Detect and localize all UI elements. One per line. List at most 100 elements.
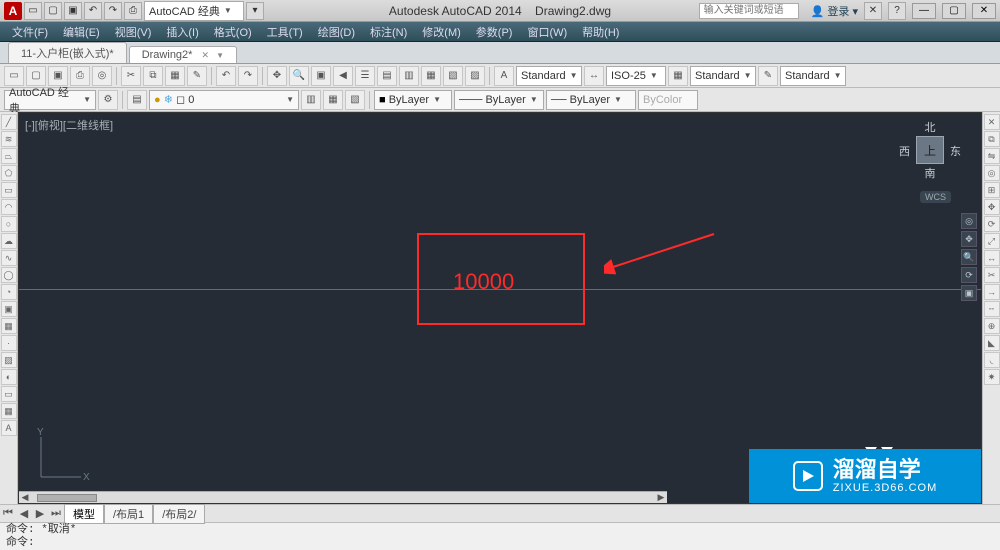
- viewcube-north[interactable]: 北: [899, 119, 961, 135]
- layout1-tab[interactable]: /布局1: [104, 504, 153, 524]
- drawing-canvas[interactable]: [-][俯视][二维线框] 10000 北 西 东 南 上 WCS ◎ ✥ 🔍 …: [18, 112, 982, 504]
- nav-zoom-icon[interactable]: 🔍: [961, 249, 977, 265]
- scroll-left-icon[interactable]: ◀: [19, 492, 31, 503]
- hatch-icon[interactable]: ▨: [1, 352, 17, 368]
- qat-save-icon[interactable]: ▣: [64, 2, 82, 20]
- qat-undo-icon[interactable]: ↶: [84, 2, 102, 20]
- ellipse-icon[interactable]: ◯: [1, 267, 17, 283]
- new-icon[interactable]: ▭: [4, 66, 24, 86]
- dim-style-icon[interactable]: ↔: [584, 66, 604, 86]
- markup-icon[interactable]: ▧: [443, 66, 463, 86]
- dim-style-combo[interactable]: ISO-25▼: [606, 66, 666, 86]
- save-icon[interactable]: ▣: [48, 66, 68, 86]
- nav-orbit-icon[interactable]: ⟳: [961, 267, 977, 283]
- design-center-icon[interactable]: ▤: [377, 66, 397, 86]
- nav-pan-icon[interactable]: ✥: [961, 231, 977, 247]
- redo-icon[interactable]: ↷: [238, 66, 258, 86]
- workspace-combo[interactable]: AutoCAD 经典▼: [4, 90, 96, 110]
- menu-param[interactable]: 参数(P): [470, 22, 519, 42]
- paste-icon[interactable]: ▦: [165, 66, 185, 86]
- point-icon[interactable]: ·: [1, 335, 17, 351]
- lineweight-combo[interactable]: ── ByLayer▼: [546, 90, 636, 110]
- chevron-down-icon[interactable]: ▼: [216, 51, 224, 60]
- scroll-thumb[interactable]: [37, 494, 97, 502]
- table-icon[interactable]: ▦: [1, 403, 17, 419]
- arc-icon[interactable]: ◠: [1, 199, 17, 215]
- erase-icon[interactable]: ✕: [984, 114, 1000, 130]
- qat-more-icon[interactable]: ▾: [246, 2, 264, 20]
- properties-icon[interactable]: ☰: [355, 66, 375, 86]
- qat-redo-icon[interactable]: ↷: [104, 2, 122, 20]
- layer-prop-icon[interactable]: ▤: [127, 90, 147, 110]
- array-icon[interactable]: ⊞: [984, 182, 1000, 198]
- horizontal-scrollbar[interactable]: ◀ ▶: [19, 491, 667, 503]
- help-icon[interactable]: ?: [888, 2, 906, 20]
- color-combo[interactable]: ■ ByLayer▼: [374, 90, 452, 110]
- viewcube-west[interactable]: 西: [899, 143, 910, 159]
- view-cube[interactable]: 北 西 东 南 上: [899, 119, 961, 181]
- revcloud-icon[interactable]: ☁: [1, 233, 17, 249]
- layer-state-icon[interactable]: ▥: [301, 90, 321, 110]
- extend-icon[interactable]: →: [984, 284, 1000, 300]
- login-button[interactable]: 👤 登录 ▾: [811, 3, 858, 19]
- rectangle-icon[interactable]: ▭: [1, 182, 17, 198]
- cut-icon[interactable]: ✂: [121, 66, 141, 86]
- break-icon[interactable]: ╌: [984, 301, 1000, 317]
- menu-file[interactable]: 文件(F): [6, 22, 54, 42]
- stretch-icon[interactable]: ↔: [984, 250, 1000, 266]
- layout2-tab[interactable]: /布局2/: [153, 504, 205, 524]
- open-icon[interactable]: ▢: [26, 66, 46, 86]
- text-style-combo[interactable]: Standard▼: [516, 66, 582, 86]
- mirror-icon[interactable]: ⇋: [984, 148, 1000, 164]
- polyline-icon[interactable]: ⏢: [1, 148, 17, 164]
- viewcube-south[interactable]: 南: [899, 165, 961, 181]
- layer-iso-icon[interactable]: ▦: [323, 90, 343, 110]
- calc-icon[interactable]: ▨: [465, 66, 485, 86]
- command-line[interactable]: 命令: *取消* 命令:: [0, 522, 1000, 550]
- tab-first-icon[interactable]: ⏮: [0, 507, 16, 520]
- gear-icon[interactable]: ⚙: [98, 90, 118, 110]
- copy-obj-icon[interactable]: ⧉: [984, 131, 1000, 147]
- trim-icon[interactable]: ✂: [984, 267, 1000, 283]
- preview-icon[interactable]: ◎: [92, 66, 112, 86]
- text-style-icon[interactable]: A: [494, 66, 514, 86]
- wcs-label[interactable]: WCS: [920, 191, 951, 203]
- plotstyle-combo[interactable]: ByColor: [638, 90, 698, 110]
- chamfer-icon[interactable]: ◣: [984, 335, 1000, 351]
- pline-icon[interactable]: ≋: [1, 131, 17, 147]
- sheet-set-icon[interactable]: ▦: [421, 66, 441, 86]
- explode-icon[interactable]: ✷: [984, 369, 1000, 385]
- nav-wheel-icon[interactable]: ◎: [961, 213, 977, 229]
- minimize-button[interactable]: —: [912, 3, 936, 19]
- viewcube-top[interactable]: 上: [916, 136, 944, 164]
- zoom-icon[interactable]: 🔍: [289, 66, 309, 86]
- menu-format[interactable]: 格式(O): [208, 22, 258, 42]
- ellipse-arc-icon[interactable]: ◔: [1, 284, 17, 300]
- zoom-window-icon[interactable]: ▣: [311, 66, 331, 86]
- menu-draw[interactable]: 绘图(D): [312, 22, 361, 42]
- copy-icon[interactable]: ⧉: [143, 66, 163, 86]
- tool-palette-icon[interactable]: ▥: [399, 66, 419, 86]
- doc-tab-1[interactable]: 11-入户柜(嵌入式)*: [8, 42, 127, 63]
- insert-icon[interactable]: ▣: [1, 301, 17, 317]
- model-tab[interactable]: 模型: [64, 504, 104, 524]
- workspace-quick-combo[interactable]: AutoCAD 经典 ▼: [144, 1, 244, 21]
- maximize-button[interactable]: ▢: [942, 3, 966, 19]
- exchange-icon[interactable]: ✕: [864, 2, 882, 20]
- menu-insert[interactable]: 插入(I): [160, 22, 204, 42]
- menu-help[interactable]: 帮助(H): [576, 22, 625, 42]
- nav-show-icon[interactable]: ▣: [961, 285, 977, 301]
- match-icon[interactable]: ✎: [187, 66, 207, 86]
- mleader-style-icon[interactable]: ✎: [758, 66, 778, 86]
- layer-combo[interactable]: ● ❄ ◻ 0▼: [149, 90, 299, 110]
- circle-icon[interactable]: ○: [1, 216, 17, 232]
- rotate-icon[interactable]: ⟳: [984, 216, 1000, 232]
- pan-icon[interactable]: ✥: [267, 66, 287, 86]
- table-style-icon[interactable]: ▦: [668, 66, 688, 86]
- menu-window[interactable]: 窗口(W): [521, 22, 573, 42]
- qat-open-icon[interactable]: ▢: [44, 2, 62, 20]
- undo-icon[interactable]: ↶: [216, 66, 236, 86]
- viewcube-east[interactable]: 东: [950, 143, 961, 159]
- menu-view[interactable]: 视图(V): [109, 22, 158, 42]
- fillet-icon[interactable]: ◟: [984, 352, 1000, 368]
